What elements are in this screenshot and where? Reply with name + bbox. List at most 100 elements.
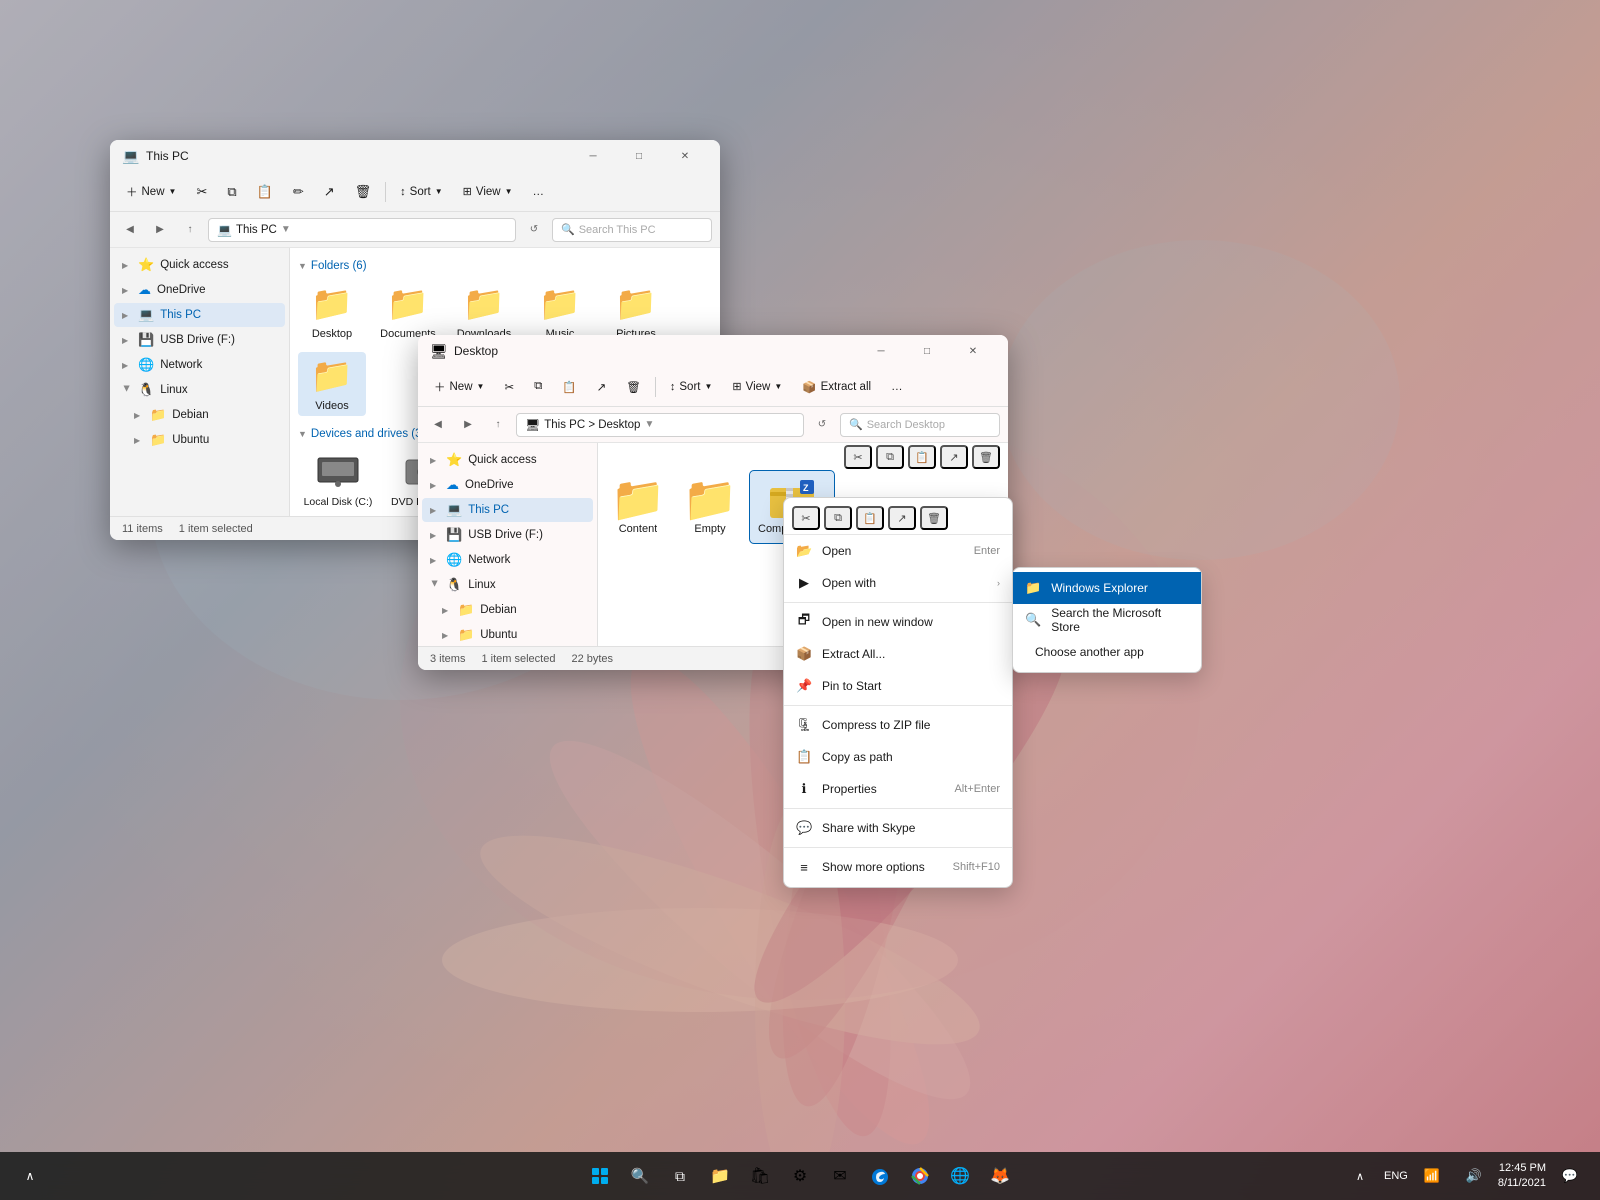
ctx-copy-path[interactable]: 📋 Copy as path	[784, 741, 1012, 773]
up-button[interactable]: ↑	[178, 218, 202, 242]
copy-button[interactable]: ⧉	[219, 178, 244, 206]
ctx-open[interactable]: 📂 Open Enter	[784, 535, 1012, 567]
sidebar-linux[interactable]: ▶ 🐧 Linux	[114, 378, 285, 402]
cut-button2[interactable]: ✂	[496, 373, 522, 401]
ctx-new-window[interactable]: 🗗 Open in new window	[784, 606, 1012, 638]
folder-videos[interactable]: 📁 Videos	[298, 352, 366, 416]
address-path2[interactable]: 🖥 This PC > Desktop ▼	[516, 413, 804, 437]
taskbar-chevron-up[interactable]: ∧	[1342, 1158, 1378, 1194]
ctx-paste[interactable]: 📋	[856, 506, 884, 530]
ctx-cut[interactable]: ✂	[792, 506, 820, 530]
taskbar-notifications[interactable]: 💬	[1552, 1158, 1588, 1194]
sidebar-usb-drive[interactable]: ▶ 💾 USB Drive (F:)	[114, 328, 285, 352]
taskbar-chrome[interactable]	[902, 1158, 938, 1194]
share-button[interactable]: ↗	[316, 178, 343, 206]
search-box[interactable]: 🔍 Search This PC	[552, 218, 712, 242]
new-button[interactable]: ＋ New ▼	[118, 178, 184, 206]
sidebar-quick-access[interactable]: ▶ ⭐ Quick access	[114, 253, 285, 277]
sidebar2-quick-access[interactable]: ▶ ⭐ Quick access	[422, 448, 593, 472]
taskbar-mail[interactable]: ✉	[822, 1158, 858, 1194]
sidebar2-debian[interactable]: ▶ 📁 Debian	[422, 598, 593, 622]
sort-button2[interactable]: ↕ Sort ▼	[662, 373, 721, 401]
taskbar-store[interactable]: 🛍	[742, 1158, 778, 1194]
address-path[interactable]: 💻 This PC ▼	[208, 218, 516, 242]
ctx-open-with[interactable]: ▶ Open with › 📁 Windows Explorer 🔍 Searc…	[784, 567, 1012, 599]
rename-button[interactable]: ✏	[285, 178, 312, 206]
window2-close[interactable]: ✕	[950, 335, 996, 367]
sel-delete[interactable]: 🗑	[972, 445, 1000, 469]
taskbar-file-explorer[interactable]: 📁	[702, 1158, 738, 1194]
sel-cut[interactable]: ✂	[844, 445, 872, 469]
taskbar-system-tray-left[interactable]: ∧	[12, 1158, 48, 1194]
window1-close[interactable]: ✕	[662, 140, 708, 172]
submenu-choose-app[interactable]: Choose another app	[1013, 636, 1201, 668]
sidebar-network[interactable]: ▶ 🌐 Network	[114, 353, 285, 377]
ctx-compress-zip[interactable]: 🗜 Compress to ZIP file	[784, 709, 1012, 741]
delete-button[interactable]: 🗑	[347, 178, 380, 206]
more-button[interactable]: …	[525, 178, 553, 206]
submenu-ms-store[interactable]: 🔍 Search the Microsoft Store	[1013, 604, 1201, 636]
share-button2[interactable]: ↗	[589, 373, 615, 401]
ctx-copy[interactable]: ⧉	[824, 506, 852, 530]
window1-minimize[interactable]: ─	[570, 140, 616, 172]
sort-button[interactable]: ↕ Sort ▼	[392, 178, 451, 206]
sidebar2-this-pc[interactable]: ▶ 💻 This PC	[422, 498, 593, 522]
sidebar-onedrive[interactable]: ▶ ☁ OneDrive	[114, 278, 285, 302]
taskbar-settings[interactable]: ⚙	[782, 1158, 818, 1194]
sidebar-ubuntu[interactable]: ▶ 📁 Ubuntu	[114, 428, 285, 452]
cut-button[interactable]: ✂	[188, 178, 215, 206]
ctx-pin-start[interactable]: 📌 Pin to Start	[784, 670, 1012, 702]
ctx-properties[interactable]: ℹ Properties Alt+Enter	[784, 773, 1012, 805]
paste-button2[interactable]: 📋	[554, 373, 584, 401]
up-button2[interactable]: ↑	[486, 413, 510, 437]
sidebar2-usb[interactable]: ▶ 💾 USB Drive (F:)	[422, 523, 593, 547]
taskbar-lang[interactable]: ENG	[1384, 1170, 1408, 1182]
folder-content[interactable]: 📁 Content	[606, 471, 670, 543]
extract-button[interactable]: 📦 Extract all	[794, 373, 879, 401]
ctx-extract[interactable]: 📦 Extract All...	[784, 638, 1012, 670]
view-button[interactable]: ⊞ View ▼	[455, 178, 521, 206]
taskbar-firefox[interactable]: 🦊	[982, 1158, 1018, 1194]
back-button[interactable]: ◀	[118, 218, 142, 242]
folder-desktop[interactable]: 📁 Desktop	[298, 280, 366, 344]
folders-header[interactable]: ▼ Folders (6)	[298, 260, 712, 272]
taskbar-search[interactable]: 🔍	[622, 1158, 658, 1194]
taskbar-clock[interactable]: 12:45 PM 8/11/2021	[1498, 1161, 1546, 1192]
taskbar-wifi[interactable]: 📶	[1414, 1158, 1450, 1194]
sidebar-this-pc[interactable]: ▶ 💻 This PC	[114, 303, 285, 327]
forward-button2[interactable]: ▶	[456, 413, 480, 437]
sidebar2-linux[interactable]: ▶ 🐧 Linux	[422, 573, 593, 597]
sidebar2-ubuntu[interactable]: ▶ 📁 Ubuntu	[422, 623, 593, 646]
sel-paste[interactable]: 📋	[908, 445, 936, 469]
drive-c[interactable]: Local Disk (C:)	[298, 448, 378, 512]
new-button2[interactable]: ＋ New ▼	[426, 373, 492, 401]
delete-button2[interactable]: 🗑	[618, 373, 649, 401]
refresh-button[interactable]: ↺	[522, 218, 546, 242]
paste-button[interactable]: 📋	[249, 178, 281, 206]
sel-copy[interactable]: ⧉	[876, 445, 904, 469]
sidebar2-network[interactable]: ▶ 🌐 Network	[422, 548, 593, 572]
window2-maximize[interactable]: □	[904, 335, 950, 367]
window1-maximize[interactable]: □	[616, 140, 662, 172]
taskbar-volume[interactable]: 🔊	[1456, 1158, 1492, 1194]
refresh-button2[interactable]: ↺	[810, 413, 834, 437]
ctx-delete[interactable]: 🗑	[920, 506, 948, 530]
search-box2[interactable]: 🔍 Search Desktop	[840, 413, 1000, 437]
view-button2[interactable]: ⊞ View ▼	[724, 373, 790, 401]
ctx-share-btn[interactable]: ↗	[888, 506, 916, 530]
taskbar-browser2[interactable]: 🌐	[942, 1158, 978, 1194]
more-button2[interactable]: …	[883, 373, 911, 401]
copy-button2[interactable]: ⧉	[526, 373, 550, 401]
ctx-share-skype[interactable]: 💬 Share with Skype	[784, 812, 1012, 844]
submenu-windows-explorer[interactable]: 📁 Windows Explorer	[1013, 572, 1201, 604]
taskbar-start[interactable]	[582, 1158, 618, 1194]
folder-empty[interactable]: 📁 Empty	[678, 471, 742, 543]
taskbar-edge[interactable]	[862, 1158, 898, 1194]
sidebar2-onedrive[interactable]: ▶ ☁ OneDrive	[422, 473, 593, 497]
back-button2[interactable]: ◀	[426, 413, 450, 437]
taskbar-task-view[interactable]: ⧉	[662, 1158, 698, 1194]
sidebar-debian[interactable]: ▶ 📁 Debian	[114, 403, 285, 427]
ctx-more-options[interactable]: ≡ Show more options Shift+F10	[784, 851, 1012, 883]
forward-button[interactable]: ▶	[148, 218, 172, 242]
window2-minimize[interactable]: ─	[858, 335, 904, 367]
